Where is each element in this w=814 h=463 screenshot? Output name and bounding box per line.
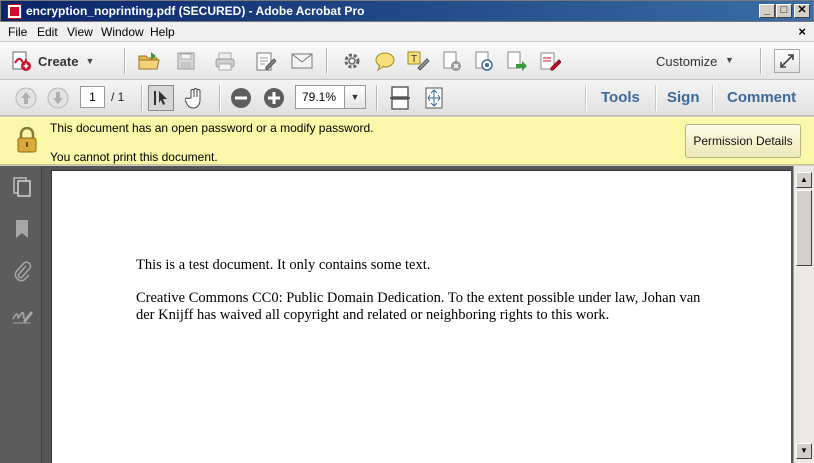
menu-window[interactable]: Window [101,25,144,39]
security-message-line2: You cannot print this document. [50,150,218,164]
chevron-down-icon: ▼ [85,56,95,66]
permission-details-button[interactable]: Permission Details [685,124,801,158]
create-pdf-icon [12,51,31,71]
save-icon[interactable] [174,49,198,73]
comment-bubble-icon[interactable] [373,49,397,73]
toolbar-divider [141,85,142,111]
zoom-in-icon[interactable] [262,86,286,110]
menu-bar: File Edit View Window Help × [0,22,814,42]
sign-pane-link[interactable]: Sign [667,89,700,106]
hand-tool-icon[interactable] [183,85,207,111]
scroll-down-arrow-icon[interactable]: ▼ [796,443,812,459]
create-button[interactable]: Create ▼ [10,48,108,74]
page-number-input[interactable]: 1 [80,86,105,108]
chevron-down-icon: ▼ [725,55,734,65]
acrobat-app-icon[interactable] [7,4,22,19]
menu-edit[interactable]: Edit [37,25,58,39]
main-toolbar: Create ▼ T Customize ▼ [0,42,814,80]
fit-page-icon[interactable] [421,85,447,111]
navigation-pane [0,166,42,463]
select-tool-icon[interactable] [148,85,174,111]
create-label: Create [38,53,79,69]
document-paragraph-2-line-2: der Knijff has waived all copyright and … [136,307,610,323]
attachments-icon[interactable] [10,258,34,284]
scroll-up-arrow-icon[interactable]: ▲ [796,172,812,188]
customize-menu[interactable]: Customize [656,54,717,69]
lock-icon [17,127,37,153]
window-title: encryption_noprinting.pdf (SECURED) - Ad… [26,4,365,18]
toolbar-divider [712,85,713,111]
share-icon[interactable] [505,49,529,73]
signatures-icon[interactable] [10,302,34,328]
toolbar-divider [219,85,220,111]
toolbar-divider [376,85,377,111]
maximize-button[interactable]: □ [776,4,792,18]
comment-pane-link[interactable]: Comment [727,89,796,106]
highlight-text-icon[interactable]: T [405,49,431,73]
page-thumbnails-icon[interactable] [10,174,34,200]
sign-icon[interactable] [472,49,496,73]
tools-pane-link[interactable]: Tools [601,89,640,106]
zoom-dropdown-icon[interactable]: ▼ [344,85,366,109]
toolbar-divider [326,48,327,74]
edit-form-icon[interactable] [252,49,278,73]
title-bar: encryption_noprinting.pdf (SECURED) - Ad… [0,0,814,22]
menu-help[interactable]: Help [150,25,175,39]
print-icon[interactable] [212,49,238,73]
bookmarks-icon[interactable] [10,216,34,242]
toolbar-divider [124,48,125,74]
document-viewer: This is a test document. It only contain… [42,166,793,463]
email-icon[interactable] [289,49,315,73]
vertical-scrollbar[interactable]: ▲ ▼ [793,166,814,463]
minimize-button[interactable]: _ [759,4,775,18]
scroll-thumb[interactable] [796,190,812,266]
settings-gear-icon[interactable] [340,49,364,73]
previous-page-icon[interactable] [14,86,38,110]
document-paragraph-1: This is a test document. It only contain… [136,257,431,273]
fill-sign-icon[interactable] [538,49,562,73]
zoom-input[interactable]: 79.1% [295,85,345,109]
menu-view[interactable]: View [67,25,93,39]
open-folder-icon[interactable] [136,49,162,73]
security-message-bar: This document has an open password or a … [0,117,814,165]
security-message-line1: This document has an open password or a … [50,121,374,135]
svg-text:T: T [411,54,417,65]
close-window-button[interactable]: ✕ [794,4,810,18]
scrolling-mode-icon[interactable] [387,85,413,111]
menu-file[interactable]: File [8,25,27,39]
pdf-page: This is a test document. It only contain… [51,170,791,463]
secure-icon[interactable] [440,49,464,73]
expand-icon[interactable] [774,49,800,73]
next-page-icon[interactable] [46,86,70,110]
toolbar-divider [760,48,761,74]
close-document-button[interactable]: × [798,24,806,39]
toolbar-divider [655,85,656,111]
document-paragraph-2-line-1: Creative Commons CC0: Public Domain Dedi… [136,290,701,306]
toolbar-divider [585,85,586,111]
page-total: / 1 [111,90,125,104]
zoom-out-icon[interactable] [229,86,253,110]
